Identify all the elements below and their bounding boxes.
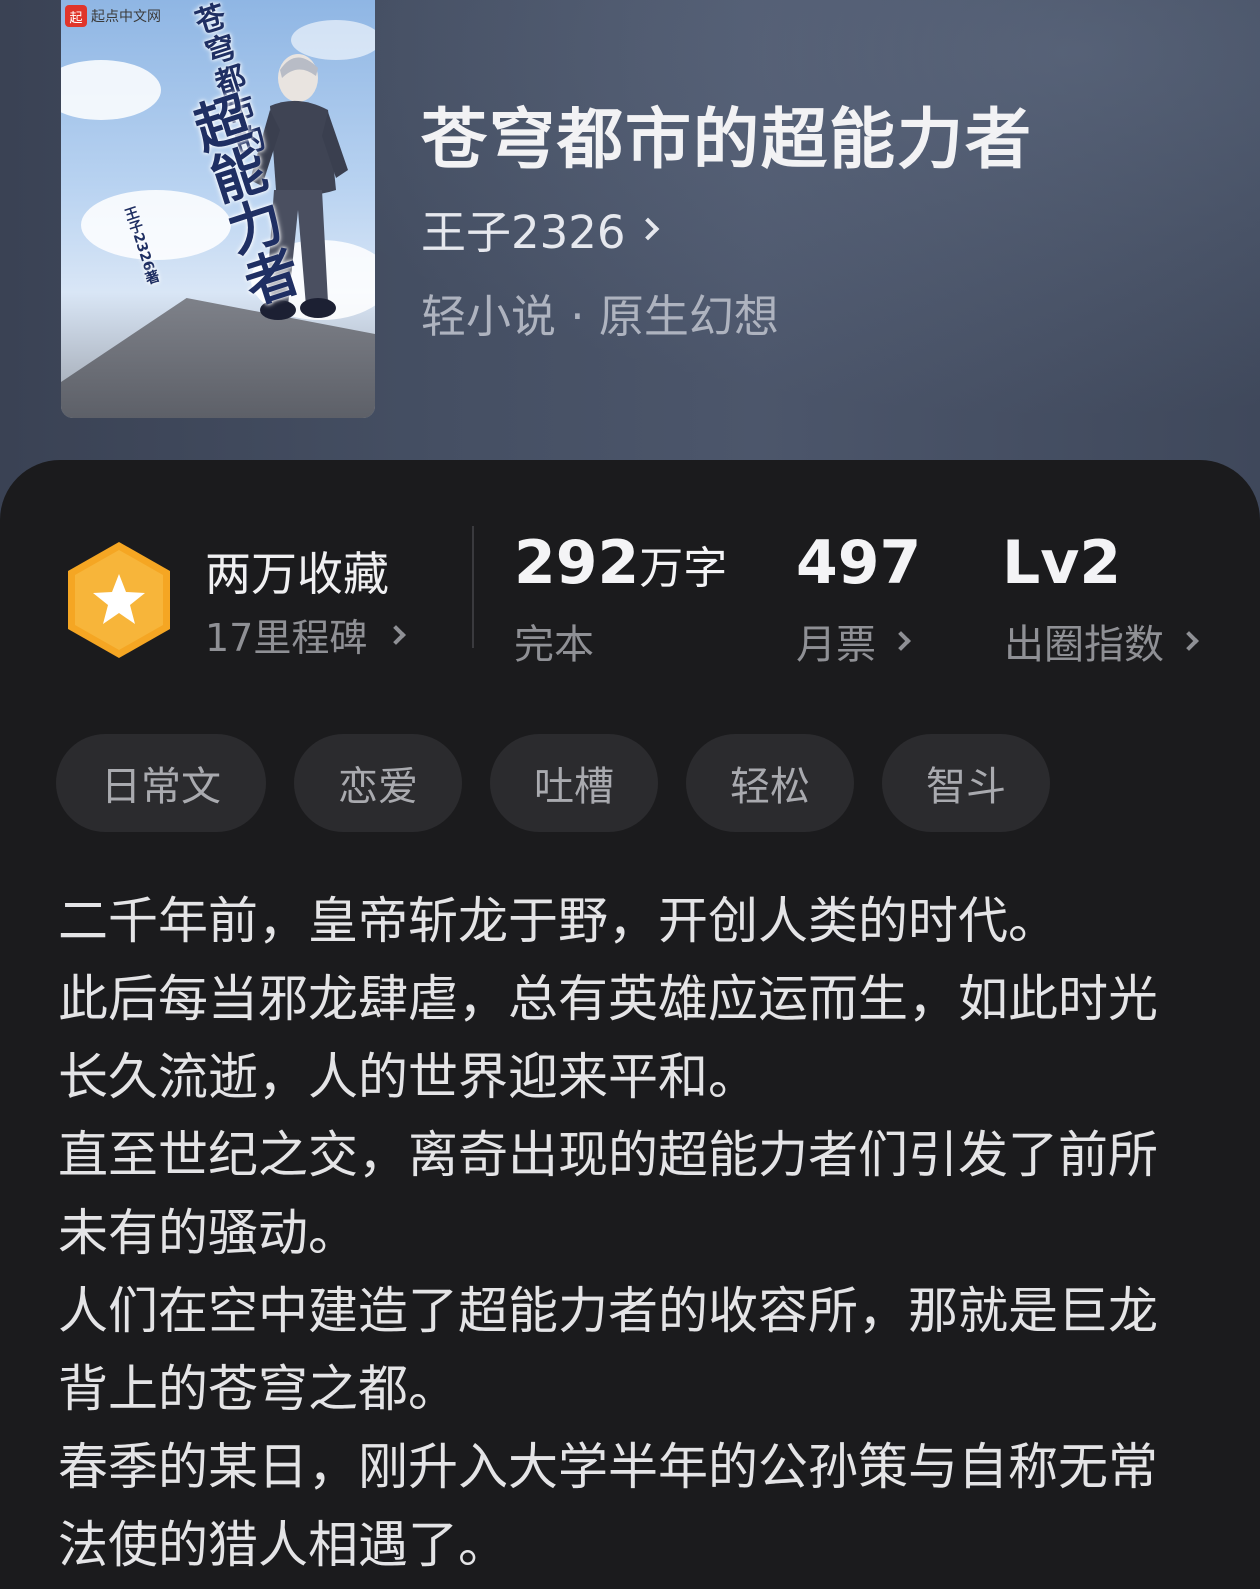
chevron-right-icon [636,217,659,240]
milestone-link[interactable]: 17里程碑 [205,607,407,662]
collection-count: 两万收藏 [205,547,389,601]
tag-list: 日常文 恋爱 吐槽 轻松 智斗 [56,734,1050,832]
tag-chip[interactable]: 恋爱 [294,734,462,832]
synopsis-paragraph: 二千年前，皇帝斩龙于野，开创人类的时代。 [58,892,1058,950]
collection-medal-icon [68,542,170,658]
book-cover[interactable]: 起 起点中文网 苍穹都市的 超能力者 王子2326著 [61,0,375,418]
popularity-index-label: 出圈指数 [1004,622,1164,668]
synopsis-paragraph: 春季的某日，刚升入大学半年的公孙策与自称无常法使的猎人相遇了。 [58,1438,1158,1574]
popularity-index-link[interactable]: 出圈指数 [1004,612,1199,670]
tag-chip[interactable]: 智斗 [882,734,1050,832]
monthly-tickets-value: 497 [796,528,922,598]
word-count-unit: 万字 [639,543,728,594]
word-count: 292万字 [514,528,727,598]
book-synopsis[interactable]: 二千年前，皇帝斩龙于野，开创人类的时代。 此后每当邪龙肆虐，总有英雄应运而生，如… [58,882,1188,1584]
tag-chip[interactable]: 吐槽 [490,734,658,832]
popularity-level-value: Lv2 [1002,528,1122,598]
stats-divider [472,526,474,648]
chevron-right-icon [386,624,407,645]
milestone-label: 17里程碑 [205,616,368,660]
chevron-right-icon [891,631,911,651]
author-name: 王子2326 [421,206,626,259]
chevron-right-icon [1179,631,1199,651]
qidian-logo-icon: 起 [65,5,87,27]
synopsis-paragraph: 此后每当邪龙肆虐，总有英雄应运而生，如此时光长久流逝，人的世界迎来平和。 [58,970,1158,1106]
book-category: 轻小说 · 原生幻想 [421,290,779,343]
tag-chip[interactable]: 日常文 [56,734,266,832]
word-count-value: 292 [514,528,640,598]
completion-status: 完本 [514,622,594,668]
monthly-tickets-label: 月票 [796,622,876,668]
monthly-tickets-link[interactable]: 月票 [796,612,911,670]
tag-chip[interactable]: 轻松 [686,734,854,832]
synopsis-paragraph: 直至世纪之交，离奇出现的超能力者们引发了前所未有的骚动。 [58,1126,1158,1262]
book-title: 苍穹都市的超能力者 [421,100,1033,178]
cover-logo-text: 起点中文网 [91,9,161,25]
cover-logo: 起 起点中文网 [63,4,167,28]
synopsis-paragraph: 人们在空中建造了超能力者的收容所，那就是巨龙背上的苍穹之都。 [58,1282,1158,1418]
cover-cloud [61,60,161,120]
author-link[interactable]: 王子2326 [421,196,659,261]
